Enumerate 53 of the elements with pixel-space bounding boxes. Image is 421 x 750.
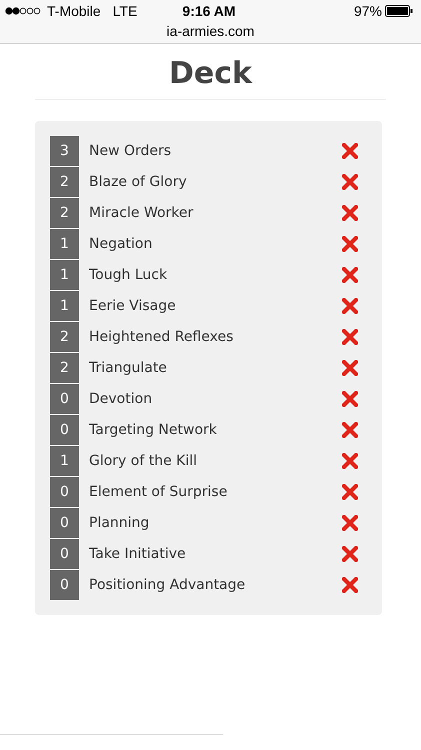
card-name: Glory of the Kill (89, 453, 198, 469)
card-name: Element of Surprise (89, 484, 228, 500)
remove-icon[interactable] (342, 484, 358, 500)
card-count: 0 (50, 415, 79, 445)
remove-icon[interactable] (342, 422, 358, 438)
remove-icon[interactable] (342, 329, 358, 345)
card-count: 1 (50, 446, 79, 476)
url-text[interactable]: ia-armies.com (0, 22, 421, 40)
remove-icon[interactable] (342, 515, 358, 531)
card-name: Negation (89, 236, 154, 252)
card-name: Heightened Reflexes (89, 329, 234, 345)
card-count: 1 (50, 260, 79, 290)
card-name: New Orders (89, 143, 172, 159)
card-name: Miracle Worker (89, 205, 194, 221)
card-count: 2 (50, 322, 79, 352)
card-name: Blaze of Glory (89, 174, 188, 190)
card-name: Targeting Network (89, 422, 218, 438)
card-name: Triangulate (89, 360, 168, 376)
remove-icon[interactable] (342, 236, 358, 252)
card-count: 2 (50, 198, 79, 228)
card-count: 0 (50, 477, 79, 507)
remove-icon[interactable] (342, 143, 358, 159)
card-count: 1 (50, 291, 79, 321)
clock-time: 9:16 AM (181, 3, 237, 19)
remove-icon[interactable] (342, 577, 358, 593)
card-count: 2 (50, 353, 79, 383)
remove-icon[interactable] (342, 205, 358, 221)
remove-icon[interactable] (342, 391, 358, 407)
remove-icon[interactable] (342, 453, 358, 469)
signal-strength-icon (5, 7, 41, 15)
card-count: 0 (50, 539, 79, 569)
card-count: 3 (50, 136, 79, 166)
card-name: Take Initiative (89, 546, 187, 562)
card-name: Tough Luck (89, 267, 168, 283)
card-name: Positioning Advantage (89, 577, 246, 593)
remove-icon[interactable] (342, 267, 358, 283)
battery-percent: 97% (354, 3, 382, 19)
remove-icon[interactable] (342, 546, 358, 562)
remove-icon[interactable] (342, 174, 358, 190)
card-count: 1 (50, 229, 79, 259)
card-count: 0 (50, 570, 79, 600)
card-count: 0 (50, 384, 79, 414)
card-name: Devotion (89, 391, 154, 407)
card-name: Planning (89, 515, 150, 531)
network-type: LTE (112, 3, 138, 19)
card-count: 0 (50, 508, 79, 538)
remove-icon[interactable] (342, 298, 358, 314)
card-count: 2 (50, 167, 79, 197)
battery-icon (385, 5, 413, 17)
remove-icon[interactable] (342, 360, 358, 376)
page-title: Deck (35, 56, 386, 100)
carrier-name: T-Mobile (47, 3, 101, 19)
card-name: Eerie Visage (89, 298, 177, 314)
